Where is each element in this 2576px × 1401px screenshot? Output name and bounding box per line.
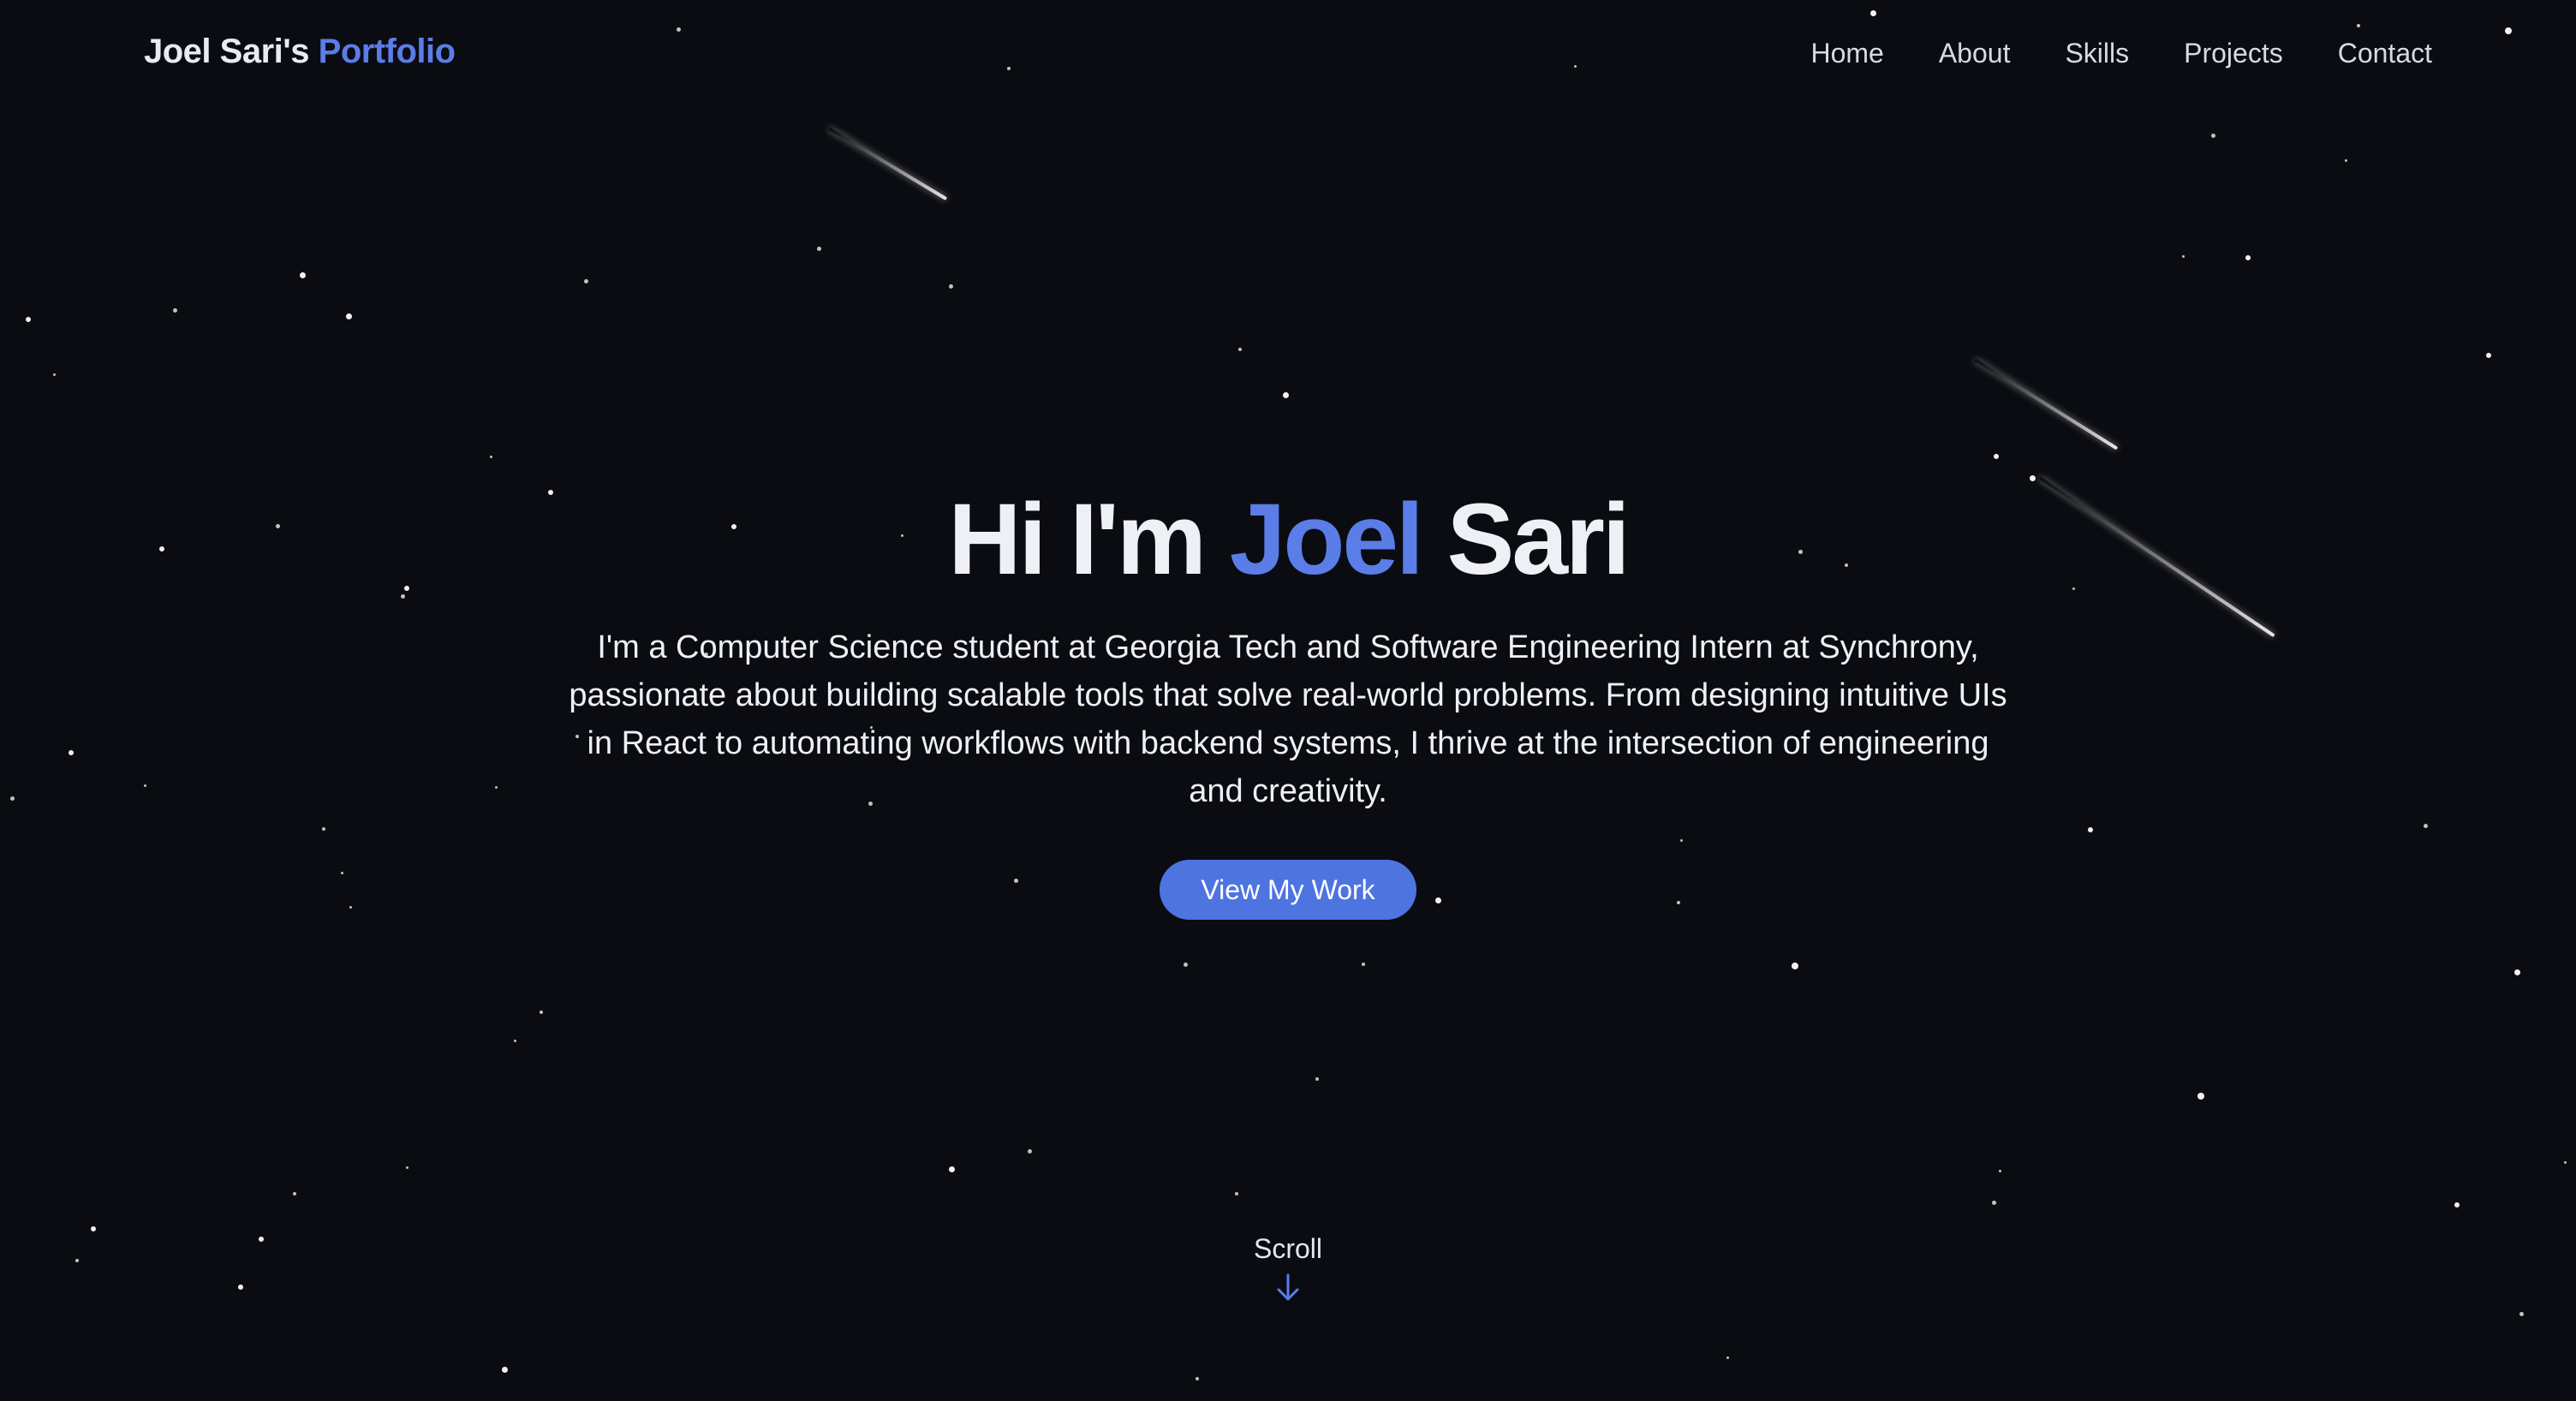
- star: [1992, 1201, 1996, 1205]
- view-my-work-button[interactable]: View My Work: [1160, 860, 1416, 920]
- page: Joel Sari's Portfolio Home About Skills …: [0, 0, 2576, 1401]
- star: [2345, 159, 2347, 162]
- star: [406, 1166, 408, 1169]
- star: [2197, 1093, 2204, 1100]
- scroll-label: Scroll: [1253, 1233, 1322, 1264]
- logo-accent: Portfolio: [318, 33, 456, 70]
- star: [1726, 1356, 1729, 1359]
- star: [2211, 134, 2215, 138]
- star: [1994, 454, 1999, 459]
- star: [1283, 392, 1289, 398]
- star: [2182, 255, 2185, 258]
- star: [1315, 1077, 1319, 1081]
- logo-name: Joel Sari's: [144, 33, 310, 70]
- star: [817, 247, 821, 251]
- star: [91, 1226, 96, 1231]
- star: [514, 1040, 516, 1042]
- star: [293, 1192, 296, 1195]
- star: [1792, 963, 1798, 969]
- hero-section: Hi I'm Joel Sari I'm a Computer Science …: [0, 480, 2576, 920]
- star: [540, 1011, 543, 1014]
- star: [1184, 963, 1188, 967]
- hero-last-name: Sari: [1446, 483, 1631, 596]
- star: [584, 279, 588, 283]
- hero-first-name: Joel: [1229, 483, 1424, 596]
- star: [2514, 969, 2520, 975]
- nav-link-skills[interactable]: Skills: [2065, 38, 2129, 69]
- star: [2486, 353, 2491, 358]
- arrow-down-icon: [1277, 1273, 1299, 1301]
- star: [490, 456, 492, 458]
- star: [26, 317, 31, 322]
- hero-greeting: Hi I'm: [948, 483, 1207, 596]
- star: [949, 1166, 955, 1172]
- star: [1999, 1170, 2001, 1172]
- nav-link-contact[interactable]: Contact: [2338, 38, 2432, 69]
- star: [1238, 348, 1242, 351]
- star: [1196, 1377, 1199, 1380]
- shooting-star: [827, 127, 948, 201]
- site-logo[interactable]: Joel Sari's Portfolio: [144, 33, 456, 71]
- star: [173, 308, 177, 313]
- star: [1235, 1192, 1238, 1195]
- navbar: Joel Sari's Portfolio Home About Skills …: [0, 0, 2576, 111]
- star: [53, 373, 56, 376]
- nav-link-home[interactable]: Home: [1810, 38, 1883, 69]
- star: [1028, 1149, 1032, 1154]
- nav-links: Home About Skills Projects Contact: [1756, 38, 2432, 69]
- hero-title: Hi I'm Joel Sari: [0, 480, 2576, 599]
- scroll-indicator[interactable]: Scroll: [0, 1233, 2576, 1303]
- nav-link-projects[interactable]: Projects: [2184, 38, 2283, 69]
- hero-description: I'm a Computer Science student at Georgi…: [569, 629, 2007, 809]
- star: [949, 284, 953, 289]
- shooting-star: [1973, 358, 2119, 450]
- star: [502, 1367, 508, 1373]
- star: [2454, 1202, 2460, 1207]
- nav-link-about[interactable]: About: [1939, 38, 2011, 69]
- star: [2245, 255, 2251, 260]
- star: [300, 272, 306, 278]
- star: [2564, 1161, 2567, 1164]
- star: [346, 313, 352, 319]
- star: [2519, 1312, 2524, 1316]
- star: [1362, 963, 1365, 966]
